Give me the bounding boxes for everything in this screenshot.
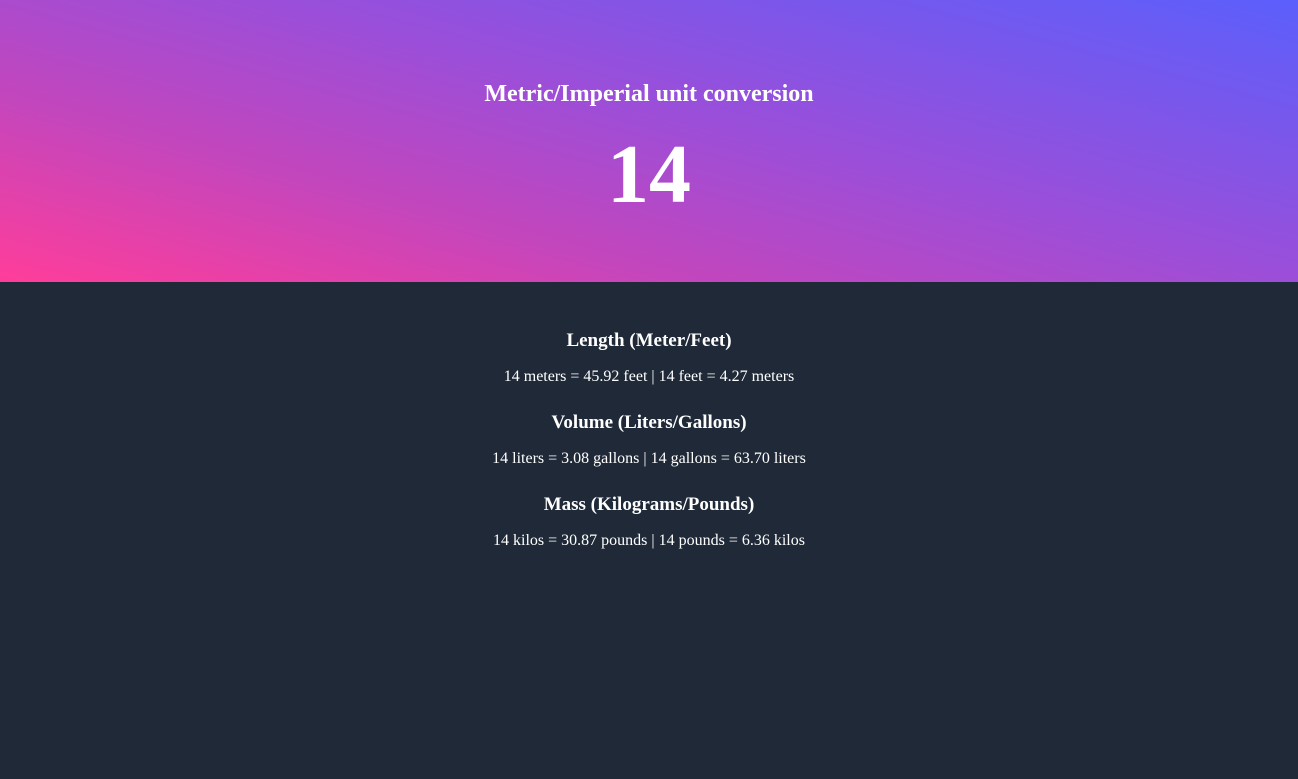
length-conversion-text: 14 meters = 45.92 feet | 14 feet = 4.27 …	[503, 368, 795, 385]
input-value-display: 14	[607, 128, 691, 221]
mass-conversion-text: 14 kilos = 30.87 pounds | 14 pounds = 6.…	[493, 532, 805, 549]
mass-section-title: Mass (Kilograms/Pounds)	[543, 494, 755, 515]
length-section-title: Length (Meter/Feet)	[566, 330, 732, 351]
page-title: Metric/Imperial unit conversion	[484, 81, 814, 107]
hero-banner: Metric/Imperial unit conversion 14	[0, 0, 1298, 282]
volume-conversion-text: 14 liters = 3.08 gallons | 14 gallons = …	[492, 450, 806, 467]
mass-section: Mass (Kilograms/Pounds) 14 kilos = 30.87…	[0, 493, 1298, 551]
length-section: Length (Meter/Feet) 14 meters = 45.92 fe…	[0, 329, 1298, 387]
volume-section-title: Volume (Liters/Gallons)	[551, 412, 747, 433]
volume-section: Volume (Liters/Gallons) 14 liters = 3.08…	[0, 411, 1298, 469]
conversion-results: Length (Meter/Feet) 14 meters = 45.92 fe…	[0, 282, 1298, 551]
